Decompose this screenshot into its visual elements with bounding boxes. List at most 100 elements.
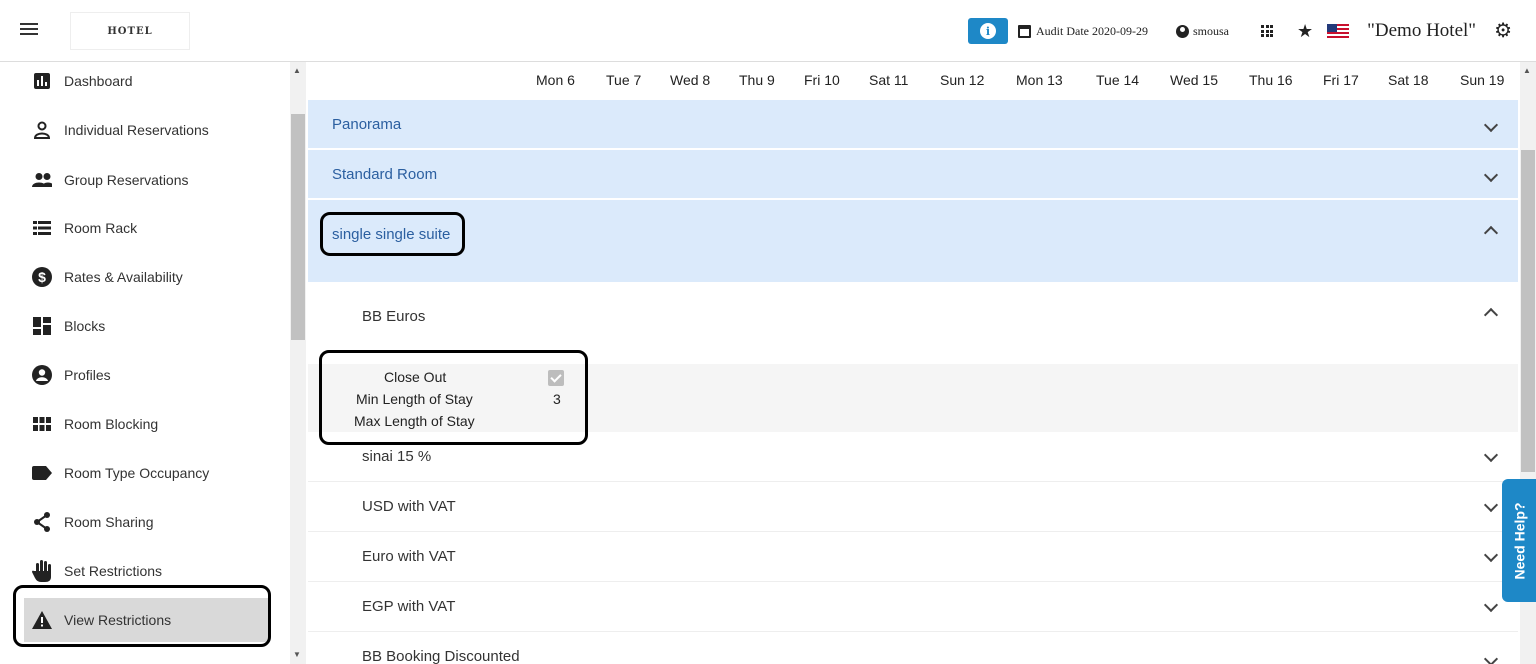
sidebar-item-label: Set Restrictions [64,563,163,579]
sidebar-item-label: Profiles [64,367,111,383]
sidebar-item-profiles[interactable]: Profiles [24,353,269,397]
apps-grid-icon [32,414,52,434]
info-button[interactable]: i [968,18,1009,44]
bar-chart-icon [32,71,52,91]
day-header: Sun 12 [940,72,985,88]
sidebar-item-room-blocking[interactable]: Room Blocking [24,402,269,446]
account-circle-icon [32,365,52,385]
main-scrollbar-thumb[interactable] [1521,150,1535,472]
sidebar-item-label: Room Sharing [64,514,154,530]
rate-plan-row[interactable]: BB Booking Discounted [308,632,1518,664]
rate-plan-row[interactable]: EGP with VAT [308,582,1518,632]
star-icon[interactable]: ★ [1297,22,1313,40]
sidebar-item-label: Dashboard [64,73,133,89]
sidebar-item-room-rack[interactable]: Room Rack [24,206,269,250]
sidebar-item-room-sharing[interactable]: Room Sharing [24,500,269,544]
logo-text: HOTEL [107,25,153,37]
day-header: Fri 17 [1323,72,1359,88]
sidebar-scrollbar-thumb[interactable] [291,114,305,340]
sidebar-item-blocks[interactable]: Blocks [24,304,269,348]
room-type-single-suite[interactable]: single single suite [308,200,1518,282]
room-type-label: Panorama [332,116,402,133]
room-type-panorama[interactable]: Panorama [308,100,1518,148]
sidebar-item-label: Individual Reservations [64,122,209,138]
day-header: Tue 14 [1096,72,1140,88]
sidebar-item-label: Blocks [64,318,106,334]
username: smousa [1193,23,1229,38]
rate-plan-label: BB Booking Discounted [362,648,520,664]
highlight-restrictions [319,350,588,445]
rate-plan-label: BB Euros [362,308,426,325]
scroll-down-arrow-icon[interactable]: ▼ [293,650,301,659]
calendar-icon [1018,24,1032,38]
sidebar-item-label: Room Type Occupancy [64,465,210,481]
day-header: Mon 6 [536,72,575,88]
dollar-icon: $ [32,267,52,287]
sidebar-item-group-reservations[interactable]: Group Reservations [24,158,269,202]
rate-plan-label: USD with VAT [362,498,456,515]
hotel-selector[interactable]: "Demo Hotel" [1367,20,1476,42]
apps-icon[interactable] [1261,25,1273,37]
sidebar-item-label: Room Blocking [64,416,159,432]
account-icon [1176,24,1189,38]
day-header: Sat 18 [1388,72,1429,88]
gear-icon[interactable]: ⚙ [1494,21,1512,41]
day-header: Fri 10 [804,72,840,88]
sidebar-item-dashboard[interactable]: Dashboard [24,62,269,103]
chevron-down-icon [1483,651,1499,664]
chevron-down-icon [1483,447,1499,463]
list-icon [32,218,52,238]
day-header: Sat 11 [869,72,909,88]
day-header: Sun 19 [1460,72,1505,88]
info-icon: i [980,23,997,39]
scroll-up-arrow-icon[interactable]: ▲ [1523,66,1531,75]
sidebar-item-rates-availability[interactable]: $ Rates & Availability [24,255,269,299]
audit-date-label: Audit Date 2020-09-29 [1036,23,1148,38]
sidebar-item-label: Rates & Availability [64,269,183,285]
dashboard-icon [32,316,52,336]
rate-plan-label: EGP with VAT [362,598,456,615]
chevron-down-icon [1483,597,1499,613]
highlight-view-restrictions [13,585,271,647]
svg-text:$: $ [38,269,46,285]
scroll-up-arrow-icon[interactable]: ▲ [293,66,301,75]
day-header: Tue 7 [606,72,642,88]
rate-plan-row[interactable]: USD with VAT [308,482,1518,532]
sidebar-item-label: Group Reservations [64,172,189,188]
sidebar-item-individual-reservations[interactable]: Individual Reservations [24,108,269,152]
top-bar: HOTEL i Audit Date 2020-09-29 smousa ★ "… [0,0,1536,62]
chevron-down-icon [1483,497,1499,513]
sidebar: Dashboard Individual Reservations Group … [0,62,290,664]
day-header: Mon 13 [1016,72,1063,88]
us-flag-icon[interactable] [1327,23,1350,39]
hamburger-menu-icon[interactable] [20,20,44,40]
person-icon [32,120,52,140]
sidebar-item-room-type-occupancy[interactable]: Room Type Occupancy [24,451,269,495]
day-header: Wed 15 [1170,72,1218,88]
sidebar-item-label: Room Rack [64,220,138,236]
room-type-label: Standard Room [332,166,438,183]
highlight-room-type [320,212,465,256]
chevron-down-icon [1483,117,1499,133]
user-menu[interactable]: smousa [1176,24,1229,39]
need-help-label: Need Help? [1511,501,1528,580]
rate-plan-label: sinai 15 % [362,448,432,465]
hotel-logo[interactable]: HOTEL [70,12,190,50]
need-help-button[interactable]: Need Help? [1502,479,1536,602]
chevron-up-icon [1483,307,1499,323]
group-icon [32,170,52,190]
chevron-down-icon [1483,547,1499,563]
share-icon [32,512,52,532]
label-icon [32,463,52,483]
rate-plan-label: Euro with VAT [362,548,456,565]
chevron-down-icon [1483,167,1499,183]
day-header: Thu 16 [1249,72,1293,88]
hand-icon [32,560,52,582]
day-header: Wed 8 [670,72,711,88]
day-header: Thu 9 [739,72,775,88]
rate-plan-bb-euros[interactable]: BB Euros [308,290,1518,348]
room-type-standard[interactable]: Standard Room [308,150,1518,198]
audit-date: Audit Date 2020-09-29 [1018,24,1148,39]
chevron-up-icon [1483,225,1499,241]
rate-plan-row[interactable]: Euro with VAT [308,532,1518,582]
